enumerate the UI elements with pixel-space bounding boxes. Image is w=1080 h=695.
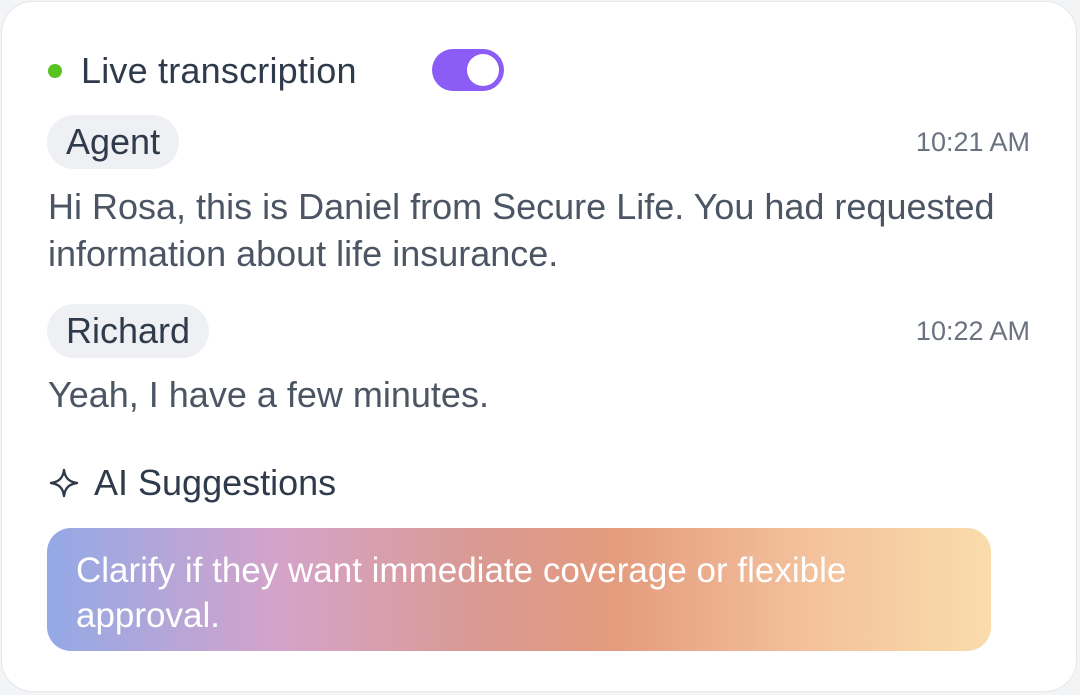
ai-suggestions-header: AI Suggestions — [48, 458, 336, 508]
ai-suggestion-card[interactable]: Clarify if they want immediate coverage … — [47, 528, 991, 651]
speaker-badge-richard: Richard — [47, 304, 210, 358]
ai-suggestion-text: Clarify if they want immediate coverage … — [76, 551, 847, 635]
transcript-message: Hi Rosa, this is Daniel from Secure Life… — [48, 186, 995, 274]
transcript-message: Yeah, I have a few minutes. — [48, 374, 489, 415]
live-transcription-title: Live transcription — [81, 50, 357, 91]
ai-suggestions-title: AI Suggestions — [94, 462, 337, 503]
transcription-header: Live transcription — [48, 46, 357, 96]
message-timestamp: 10:22 AM — [915, 316, 1030, 346]
toggle-knob — [467, 54, 499, 86]
speaker-badge-agent: Agent — [47, 115, 180, 169]
live-transcription-toggle[interactable] — [432, 49, 504, 91]
live-status-dot — [48, 64, 62, 78]
transcription-card: Live transcription Agent 10:21 AM Hi Ros… — [1, 1, 1077, 692]
sparkle-icon — [49, 468, 79, 498]
message-timestamp: 10:21 AM — [915, 127, 1030, 157]
